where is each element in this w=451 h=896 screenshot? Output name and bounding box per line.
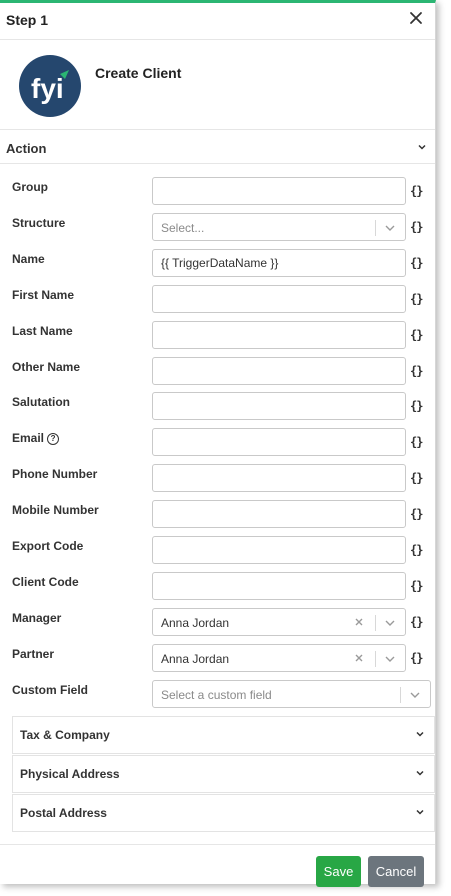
section-postal-address[interactable]: Postal Address xyxy=(12,794,435,832)
dropdown-chevron-icon[interactable] xyxy=(384,223,396,233)
variable-picker-icon[interactable]: {} xyxy=(410,651,423,665)
first-name-label: First Name xyxy=(12,288,75,302)
other-name-input[interactable] xyxy=(152,357,406,385)
selected-value: Anna Jordan xyxy=(161,616,230,630)
variable-picker-icon[interactable]: {} xyxy=(410,184,423,198)
manager-select[interactable]: Anna Jordan xyxy=(152,608,406,636)
other-name-label: Other Name xyxy=(12,360,81,374)
structure-label: Structure xyxy=(12,216,66,230)
section-label: Physical Address xyxy=(20,767,120,781)
section-label: Tax & Company xyxy=(20,728,110,742)
footer-divider xyxy=(0,844,435,845)
client-code-input[interactable] xyxy=(152,572,406,600)
logo-text: fyi xyxy=(31,73,64,104)
manager-label: Manager xyxy=(12,611,62,625)
cancel-button[interactable]: Cancel xyxy=(368,856,424,887)
create-client-panel: Step 1 fyi Create Client Action Group {} S… xyxy=(0,0,436,887)
email-label: Email? xyxy=(12,431,60,445)
variable-picker-icon[interactable]: {} xyxy=(410,471,423,485)
dropdown-chevron-icon[interactable] xyxy=(409,690,421,700)
select-separator xyxy=(375,615,376,631)
salutation-input[interactable] xyxy=(152,392,406,420)
phone-number-label: Phone Number xyxy=(12,467,98,481)
last-name-input[interactable] xyxy=(152,321,406,349)
step-title: Step 1 xyxy=(6,12,49,28)
phone-number-input[interactable] xyxy=(152,464,406,492)
save-button[interactable]: Save xyxy=(316,856,361,887)
fyi-logo-graphic: fyi xyxy=(31,70,69,104)
export-code-label: Export Code xyxy=(12,539,84,553)
action-label: Action xyxy=(6,141,47,156)
selected-value: Anna Jordan xyxy=(161,652,230,666)
chevron-down-icon xyxy=(416,731,424,737)
section-label: Postal Address xyxy=(20,806,107,820)
clear-icon[interactable] xyxy=(353,652,365,664)
group-input[interactable] xyxy=(152,177,406,205)
variable-picker-icon[interactable]: {} xyxy=(410,220,423,234)
variable-picker-icon[interactable]: {} xyxy=(410,615,423,629)
app-name: Create Client xyxy=(95,65,182,81)
variable-picker-icon[interactable]: {} xyxy=(410,543,423,557)
dropdown-chevron-icon[interactable] xyxy=(384,618,396,628)
salutation-label: Salutation xyxy=(12,395,71,409)
variable-picker-icon[interactable]: {} xyxy=(410,328,423,342)
action-section-header[interactable]: Action xyxy=(0,131,435,164)
panel-header: Step 1 xyxy=(0,3,435,40)
variable-picker-icon[interactable]: {} xyxy=(410,579,423,593)
variable-picker-icon[interactable]: {} xyxy=(410,292,423,306)
dropdown-chevron-icon[interactable] xyxy=(384,654,396,664)
variable-picker-icon[interactable]: {} xyxy=(410,435,423,449)
partner-label: Partner xyxy=(12,647,55,661)
partner-select[interactable]: Anna Jordan xyxy=(152,644,406,672)
name-label: Name xyxy=(12,252,45,266)
chevron-down-icon xyxy=(416,809,424,815)
section-tax-company[interactable]: Tax & Company xyxy=(12,716,435,754)
variable-picker-icon[interactable]: {} xyxy=(410,364,423,378)
select-placeholder: Select... xyxy=(161,221,205,235)
structure-select[interactable]: Select... xyxy=(152,213,406,241)
name-input[interactable] xyxy=(152,249,406,277)
last-name-label: Last Name xyxy=(12,324,73,338)
select-separator xyxy=(375,220,376,236)
export-code-input[interactable] xyxy=(152,536,406,564)
section-physical-address[interactable]: Physical Address xyxy=(12,755,435,793)
chevron-down-icon xyxy=(416,770,424,776)
client-code-label: Client Code xyxy=(12,575,79,589)
first-name-input[interactable] xyxy=(152,285,406,313)
custom-field-label: Custom Field xyxy=(12,683,89,697)
variable-picker-icon[interactable]: {} xyxy=(410,399,423,413)
custom-field-select[interactable]: Select a custom field xyxy=(152,680,431,708)
app-card: fyi Create Client xyxy=(0,39,435,130)
select-separator xyxy=(400,687,401,703)
close-icon[interactable] xyxy=(405,7,427,29)
select-placeholder: Select a custom field xyxy=(161,688,272,702)
mobile-number-input[interactable] xyxy=(152,500,406,528)
variable-picker-icon[interactable]: {} xyxy=(410,256,423,270)
group-label: Group xyxy=(12,180,48,194)
email-input[interactable] xyxy=(152,428,406,456)
variable-picker-icon[interactable]: {} xyxy=(410,507,423,521)
select-separator xyxy=(375,651,376,667)
help-icon[interactable]: ? xyxy=(47,433,60,445)
fyi-logo: fyi xyxy=(19,55,81,117)
mobile-number-label: Mobile Number xyxy=(12,503,99,517)
chevron-down-icon xyxy=(418,144,426,150)
clear-icon[interactable] xyxy=(353,616,365,628)
